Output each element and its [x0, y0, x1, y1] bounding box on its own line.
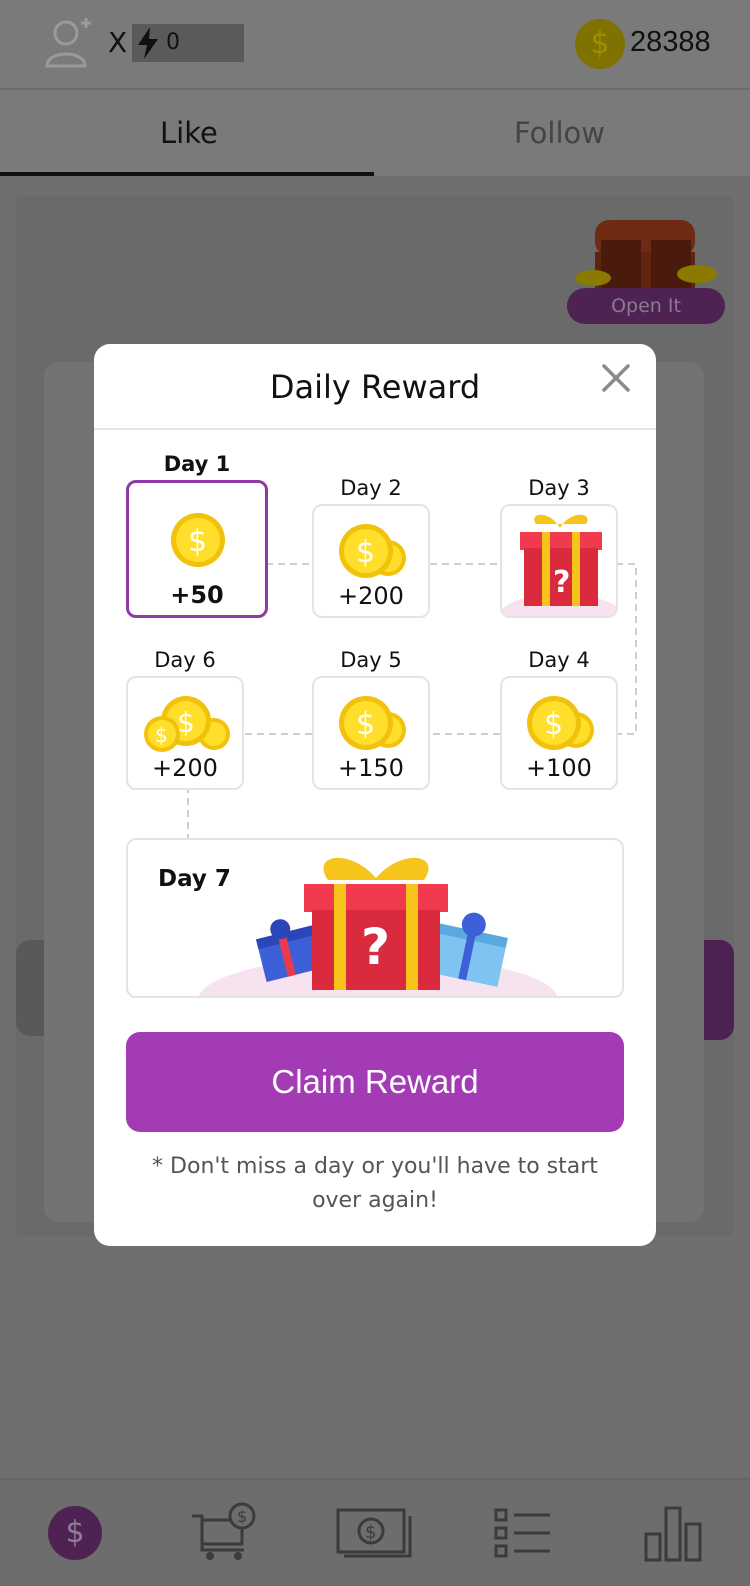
- day-box: $ +200: [312, 504, 430, 618]
- day-label: Day 5: [340, 648, 402, 672]
- reward-amount: +200: [152, 754, 218, 782]
- day-box: $ +100: [500, 676, 618, 790]
- grand-gift-icon: ?: [198, 857, 558, 996]
- coin-balance: 28388: [630, 26, 711, 58]
- top-bar: X 0 $ 28388: [0, 0, 750, 88]
- multiplier-label: X: [108, 26, 128, 59]
- reward-amount: +50: [170, 581, 224, 609]
- open-chest-button[interactable]: Open It: [567, 288, 725, 324]
- chart-icon[interactable]: [644, 1502, 706, 1562]
- coin-icon: $: [171, 513, 225, 567]
- svg-text:$: $: [365, 1522, 376, 1543]
- day-box: $ $ +200: [126, 676, 244, 790]
- coins-icon: $: [527, 696, 594, 750]
- add-friend-icon[interactable]: [44, 16, 94, 70]
- svg-text:$: $: [155, 723, 168, 747]
- svg-text:$: $: [356, 707, 375, 742]
- day-box: ?: [500, 504, 618, 618]
- mystery-gift-icon: ?: [502, 514, 616, 616]
- day-4-cell[interactable]: Day 4 $ +100: [500, 648, 618, 792]
- tab-like[interactable]: Like: [160, 116, 218, 150]
- active-tab-indicator: [0, 172, 374, 176]
- svg-text:?: ?: [361, 918, 390, 976]
- day-label: Day 4: [528, 648, 590, 672]
- svg-text:$: $: [544, 707, 563, 742]
- cart-icon[interactable]: $: [190, 1502, 260, 1562]
- svg-text:?: ?: [553, 565, 570, 600]
- day-2-cell[interactable]: Day 2 $ +200: [312, 476, 430, 620]
- tab-follow[interactable]: Follow: [514, 116, 605, 150]
- day-label: Day 3: [528, 476, 590, 500]
- day-label: Day 1: [163, 452, 231, 476]
- lightning-icon: [138, 27, 158, 59]
- day-box: $ +150: [312, 676, 430, 790]
- svg-text:$: $: [237, 1507, 247, 1526]
- svg-text:$: $: [188, 524, 207, 559]
- streak-warning-note: * Don't miss a day or you'll have to sta…: [152, 1154, 598, 1213]
- day-7-cell[interactable]: Day 7 ?: [126, 838, 624, 998]
- list-icon[interactable]: [494, 1502, 552, 1562]
- coins-icon: $: [339, 696, 406, 750]
- daily-reward-dialog: Daily Reward Day 1 $ +50 Day 2 $ +200 Da…: [94, 344, 656, 1246]
- day-label: Day 6: [154, 648, 216, 672]
- day-5-cell[interactable]: Day 5 $ +150: [312, 648, 430, 792]
- day-3-cell[interactable]: Day 3 ?: [500, 476, 618, 620]
- energy-value: 0: [166, 30, 180, 55]
- coin-icon: $: [575, 19, 625, 69]
- reward-amount: +100: [526, 754, 592, 782]
- day-6-cell[interactable]: Day 6 $ $ +200: [126, 648, 244, 792]
- day-1-cell[interactable]: Day 1 $ +50: [126, 452, 268, 620]
- coins-icon: $: [339, 524, 406, 578]
- day-label: Day 2: [340, 476, 402, 500]
- earn-coins-icon[interactable]: $: [48, 1506, 102, 1560]
- reward-amount: +150: [338, 754, 404, 782]
- tab-bar: Like Follow: [0, 88, 750, 176]
- day-box: $ +50: [126, 480, 268, 618]
- cash-icon[interactable]: $: [336, 1502, 412, 1562]
- reward-amount: +200: [338, 582, 404, 610]
- bottom-nav: $ $ $: [0, 1478, 750, 1586]
- svg-text:$: $: [356, 535, 375, 570]
- claim-reward-button[interactable]: Claim Reward: [126, 1032, 624, 1132]
- coins-icon: $ $: [144, 696, 230, 752]
